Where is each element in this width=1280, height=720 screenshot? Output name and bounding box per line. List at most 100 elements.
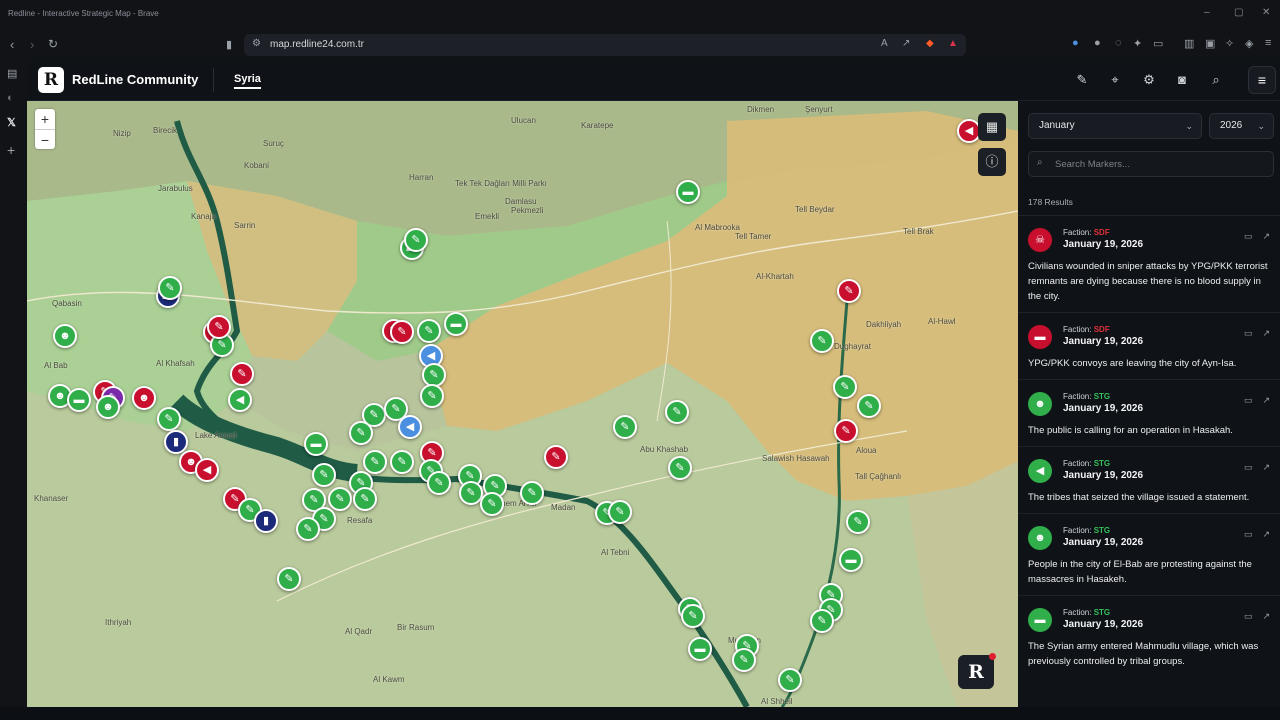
event-item[interactable]: ☻ Faction: STG January 19, 2026 ▭ ↗ The publi… <box>1018 379 1280 446</box>
leo-icon[interactable]: ✧ <box>1225 37 1234 50</box>
sidebar-toggle-icon[interactable]: ▥ <box>1184 37 1194 50</box>
video-icon[interactable]: ▭ <box>1244 462 1253 472</box>
forward-icon[interactable]: › <box>30 37 34 52</box>
zoom-in-button[interactable]: + <box>35 109 55 129</box>
map-marker-stg[interactable]: ✎ <box>157 407 181 431</box>
map-marker-stg[interactable]: ▬ <box>67 388 91 412</box>
search-markers-field[interactable]: ⌕ <box>1028 151 1274 177</box>
event-item[interactable]: ▬ Faction: SDF January 19, 2026 ▭ ↗ YPG/PKK c… <box>1018 312 1280 379</box>
zoom-out-button[interactable]: − <box>35 129 55 149</box>
menu-button[interactable]: ≡ <box>1248 66 1276 94</box>
map-marker-stg[interactable]: ▬ <box>304 432 328 456</box>
map-marker-sdf[interactable]: ☻ <box>132 386 156 410</box>
minimize-icon[interactable]: – <box>1204 7 1210 18</box>
map-marker-navy[interactable]: ▮ <box>164 430 188 454</box>
map-marker-stg[interactable]: ✎ <box>846 510 870 534</box>
vpn-icon[interactable]: ◈ <box>1245 37 1253 50</box>
back-icon[interactable]: ‹ <box>10 37 14 52</box>
map-marker-stg[interactable]: ☻ <box>96 395 120 419</box>
map-marker-stg[interactable]: ✎ <box>277 567 301 591</box>
address-bar[interactable]: ⚙ map.redline24.com.tr A ↗ ◆ ▲ <box>244 34 966 56</box>
settings-icon[interactable]: ⚙ <box>1140 71 1158 89</box>
search-markers-input[interactable] <box>1055 156 1265 172</box>
event-item[interactable]: ☠ Faction: SDF January 19, 2026 ▭ ↗ Civilians… <box>1018 215 1280 312</box>
map-marker-stg[interactable]: ◀ <box>228 388 252 412</box>
redline-badge[interactable]: R <box>958 653 996 689</box>
map-marker-stg[interactable]: ✎ <box>608 500 632 524</box>
extension-icon[interactable]: ● <box>1072 37 1079 49</box>
redline-logo[interactable]: R <box>38 67 64 93</box>
map-marker-stg[interactable]: ✎ <box>732 648 756 672</box>
external-link-icon[interactable]: ↗ <box>1262 529 1270 539</box>
translate-icon[interactable]: A <box>881 38 888 49</box>
x-twitter-icon[interactable]: 𝕏 <box>7 116 16 129</box>
add-panel-icon[interactable]: + <box>7 142 15 158</box>
draw-tool-icon[interactable]: ✎ <box>1073 71 1091 89</box>
video-icon[interactable]: ▭ <box>1244 529 1253 539</box>
video-icon[interactable]: ▭ <box>1244 395 1253 405</box>
map-marker-sdf[interactable]: ✎ <box>837 279 861 303</box>
map-marker-stg[interactable]: ✎ <box>417 319 441 343</box>
event-item[interactable]: ▬ Faction: STG January 19, 2026 ▭ ↗ The Syria… <box>1018 595 1280 677</box>
map-marker-stg[interactable]: ✎ <box>158 276 182 300</box>
share-icon[interactable]: ↗ <box>902 38 910 49</box>
brave-rewards-icon[interactable]: ▲ <box>948 38 958 49</box>
map-marker-sdf[interactable]: ◀ <box>195 458 219 482</box>
map-marker-sdf[interactable]: ✎ <box>230 362 254 386</box>
map-marker-sdf[interactable]: ✎ <box>207 315 231 339</box>
map-canvas[interactable]: Birecik Nizip Suruç Kobani Jarabulus Kanaja Sa… <box>27 101 1018 707</box>
map-marker-stg[interactable]: ✎ <box>833 375 857 399</box>
map-marker-stg[interactable]: ✎ <box>480 492 504 516</box>
map-marker-stg[interactable]: ☻ <box>53 324 77 348</box>
search-icon[interactable]: ⌕ <box>1207 71 1225 89</box>
map-marker-stg[interactable]: ✎ <box>296 517 320 541</box>
external-link-icon[interactable]: ↗ <box>1262 328 1270 338</box>
map-marker-stg[interactable]: ✎ <box>328 487 352 511</box>
map-marker-stg[interactable]: ▬ <box>688 637 712 661</box>
bookmark-rail-icon[interactable]: ◐ <box>7 92 14 104</box>
map-marker-stg[interactable]: ✎ <box>363 450 387 474</box>
brave-shields-icon[interactable]: ◆ <box>926 38 934 49</box>
browser-menu-icon[interactable]: ≡ <box>1265 37 1271 49</box>
reload-icon[interactable]: ↻ <box>48 37 58 51</box>
map-marker-stg[interactable]: ✎ <box>427 471 451 495</box>
map-marker-stg[interactable]: ✎ <box>810 609 834 633</box>
map-marker-sdf[interactable]: ✎ <box>544 445 568 469</box>
map-marker-stg[interactable]: ✎ <box>390 450 414 474</box>
month-select[interactable]: January ⌄ <box>1028 113 1202 139</box>
map-info-button[interactable]: ⓘ <box>978 148 1006 176</box>
cast-icon[interactable]: ▭ <box>1153 37 1163 50</box>
map-marker-stg[interactable]: ✎ <box>420 384 444 408</box>
extensions-icon[interactable]: ✦ <box>1133 37 1142 50</box>
external-link-icon[interactable]: ↗ <box>1262 231 1270 241</box>
event-item[interactable]: ☻ Faction: STG January 19, 2026 ▭ ↗ People in… <box>1018 513 1280 595</box>
map-marker-stg[interactable]: ▬ <box>839 548 863 572</box>
map-marker-stg[interactable]: ✎ <box>810 329 834 353</box>
map-marker-stg[interactable]: ✎ <box>857 394 881 418</box>
map-marker-stg[interactable]: ✎ <box>778 668 802 692</box>
brand-name[interactable]: RedLine Community <box>72 72 198 87</box>
map-marker-stg[interactable]: ▬ <box>676 180 700 204</box>
sidebar-panel-icon[interactable]: ▤ <box>7 67 17 80</box>
external-link-icon[interactable]: ↗ <box>1262 611 1270 621</box>
map-marker-sdf[interactable]: ✎ <box>834 419 858 443</box>
tab-syria[interactable]: Syria <box>234 73 261 89</box>
video-icon[interactable]: ▭ <box>1244 231 1253 241</box>
map-marker-stg[interactable]: ✎ <box>312 463 336 487</box>
bookmark-icon[interactable]: ▮ <box>226 38 232 51</box>
external-link-icon[interactable]: ↗ <box>1262 395 1270 405</box>
maximize-icon[interactable]: ▢ <box>1234 7 1243 18</box>
wallet-icon[interactable]: ▣ <box>1205 37 1215 50</box>
map-layers-button[interactable]: ▦ <box>978 113 1006 141</box>
map-marker-stg[interactable]: ✎ <box>665 400 689 424</box>
map-marker-stg[interactable]: ✎ <box>668 456 692 480</box>
map-marker-stg[interactable]: ✎ <box>404 228 428 252</box>
site-info-icon[interactable]: ⚙ <box>252 38 261 49</box>
map-marker-stg[interactable]: ✎ <box>681 604 705 628</box>
map-marker-navy[interactable]: ▮ <box>254 509 278 533</box>
external-link-icon[interactable]: ↗ <box>1262 462 1270 472</box>
map-marker-stg[interactable]: ▬ <box>444 312 468 336</box>
video-icon[interactable]: ▭ <box>1244 611 1253 621</box>
close-window-icon[interactable]: ✕ <box>1262 7 1270 18</box>
map-marker-sdf[interactable]: ✎ <box>390 320 414 344</box>
